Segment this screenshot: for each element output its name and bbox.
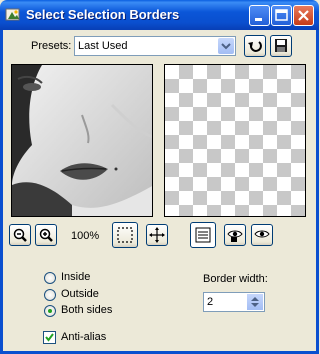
- proof-eye-icon: [227, 230, 243, 242]
- reset-icon: [248, 41, 262, 52]
- window-title: Select Selection Borders: [26, 7, 180, 22]
- portrait-image: [12, 65, 152, 216]
- minimize-icon: [255, 18, 262, 21]
- anti-alias-checkbox[interactable]: [43, 331, 56, 344]
- spinner-icon: [251, 297, 259, 307]
- zoom-in-icon: [39, 228, 53, 242]
- checkmark-icon: [45, 333, 54, 342]
- pan-button[interactable]: [146, 224, 168, 246]
- outside-radio[interactable]: [44, 289, 56, 301]
- zoom-out-icon: [13, 228, 27, 242]
- zoom-level: 100%: [71, 230, 100, 242]
- close-icon: [298, 10, 309, 21]
- close-button[interactable]: [293, 5, 314, 26]
- proof-button[interactable]: [224, 224, 246, 246]
- chevron-down-icon[interactable]: [218, 38, 234, 54]
- maximize-button[interactable]: [271, 5, 292, 26]
- app-icon: [5, 8, 20, 21]
- original-preview[interactable]: [11, 64, 153, 217]
- presets-dropdown[interactable]: Last Used: [74, 36, 236, 56]
- auto-proof-button[interactable]: [251, 224, 273, 246]
- save-preset-button[interactable]: [270, 35, 292, 57]
- reset-button[interactable]: [244, 35, 266, 57]
- presets-label: Presets:: [31, 40, 72, 52]
- inside-label[interactable]: Inside: [61, 271, 90, 283]
- preview-list-icon: [195, 227, 211, 243]
- auto-proof-eye-icon: [254, 230, 270, 238]
- presets-value: Last Used: [78, 40, 128, 52]
- marquee-button[interactable]: [112, 222, 138, 248]
- border-width-value: 2: [207, 296, 214, 308]
- save-icon: [275, 39, 287, 52]
- zoom-in-button[interactable]: [35, 224, 57, 246]
- spinner-arrows[interactable]: [247, 294, 263, 310]
- title-bar[interactable]: Select Selection Borders: [0, 0, 319, 30]
- border-width-label: Border width:: [203, 273, 268, 285]
- inside-radio[interactable]: [44, 272, 56, 284]
- both-sides-radio[interactable]: [44, 305, 56, 317]
- border-width-input[interactable]: 2: [203, 292, 265, 312]
- zoom-out-button[interactable]: [9, 224, 31, 246]
- anti-alias-label[interactable]: Anti-alias: [61, 331, 106, 343]
- both-sides-label[interactable]: Both sides: [61, 304, 112, 316]
- move-icon: [149, 227, 165, 243]
- outside-label[interactable]: Outside: [61, 288, 99, 300]
- minimize-button[interactable]: [249, 5, 270, 26]
- maximize-icon: [275, 9, 288, 21]
- marquee-icon: [117, 227, 133, 243]
- preview-toggle-button[interactable]: [190, 222, 216, 248]
- result-preview[interactable]: [164, 64, 306, 217]
